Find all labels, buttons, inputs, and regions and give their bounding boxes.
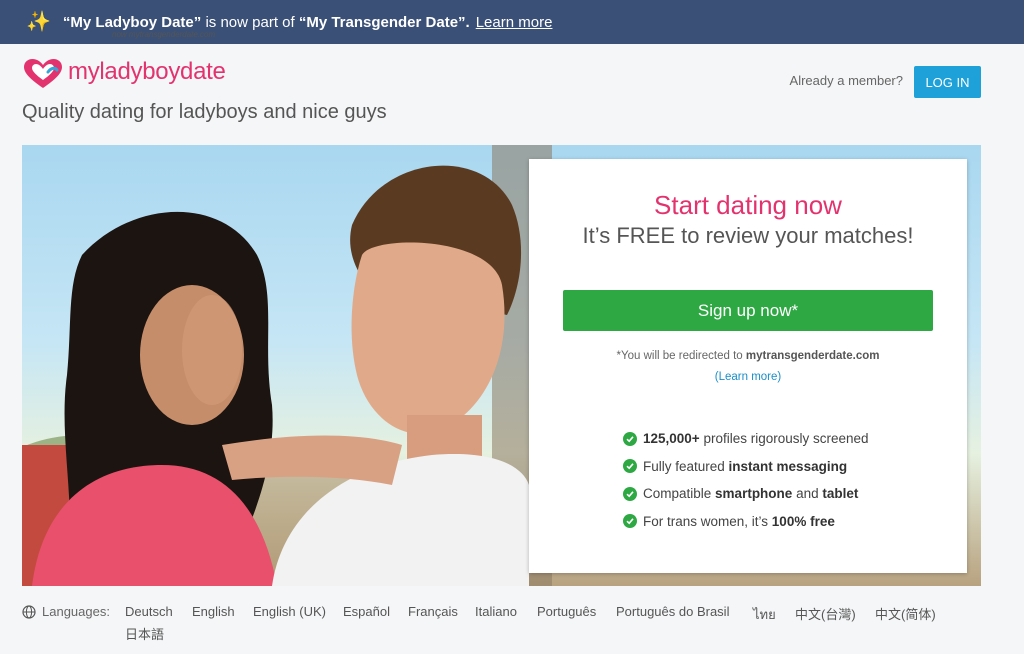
site-logo[interactable]: myladyboydate	[22, 58, 226, 90]
feature-item: Compatible smartphone and tablet	[623, 480, 869, 508]
feature-bold: 100% free	[771, 513, 835, 529]
logo-subtext: now mytransgenderdate.com	[112, 30, 216, 39]
feature-text: profiles rigorously screened	[699, 431, 869, 447]
banner-new-brand: “My Transgender Date”.	[298, 13, 470, 31]
languages-label: Languages:	[42, 604, 110, 619]
languages-bar: Languages: Deutsch English English (UK) …	[22, 604, 936, 642]
language-link-chinese-simplified[interactable]: 中文(简体)	[875, 604, 936, 623]
card-subtitle: It’s FREE to review your matches!	[582, 223, 914, 248]
language-link-portugues-brasil[interactable]: Português do Brasil	[616, 604, 729, 619]
language-link-espanol[interactable]: Español	[343, 604, 390, 619]
card-learn-more-link[interactable]: (Learn more)	[529, 371, 967, 383]
sparkle-icon: ✨	[26, 11, 51, 33]
language-link-thai[interactable]: ไทย	[753, 604, 776, 625]
feature-item: Fully featured instant messaging	[623, 453, 869, 481]
feature-item: For trans women, it’s 100% free	[623, 508, 869, 536]
feature-text: For trans women, it’s	[643, 513, 772, 529]
checkmark-icon	[623, 459, 637, 474]
banner-learn-more-link[interactable]: Learn more	[476, 14, 553, 31]
card-title: Start dating now	[654, 190, 842, 220]
language-link-english-uk[interactable]: English (UK)	[253, 604, 326, 619]
language-link-deutsch[interactable]: Deutsch	[125, 604, 173, 619]
checkmark-icon	[623, 514, 637, 529]
redirect-domain: mytransgenderdate.com	[745, 350, 880, 362]
feature-item: 125,000+ profiles rigorously screened	[623, 425, 869, 453]
language-link-portugues[interactable]: Português	[537, 604, 596, 619]
signup-card: Start dating now It’s FREE to review you…	[529, 159, 967, 573]
feature-bold: tablet	[822, 486, 859, 502]
heart-logo-icon	[24, 59, 62, 88]
language-link-japanese[interactable]: 日本語	[125, 624, 164, 643]
language-link-english[interactable]: English	[192, 604, 235, 619]
login-button[interactable]: LOG IN	[914, 66, 981, 98]
banner-text: is now part of	[201, 13, 299, 31]
feature-text: Fully featured	[643, 458, 729, 474]
feature-bold: instant messaging	[728, 458, 848, 474]
logo-text: myladyboydate	[68, 58, 226, 85]
language-link-italiano[interactable]: Italiano	[475, 604, 517, 619]
feature-list: 125,000+ profiles rigorously screened Fu…	[623, 425, 869, 535]
signup-button[interactable]: Sign up now*	[563, 290, 933, 331]
redirect-note-text: *You will be redirected to	[616, 350, 746, 362]
language-link-chinese-traditional[interactable]: 中文(台灣)	[795, 604, 856, 623]
checkmark-icon	[623, 486, 637, 501]
feature-text: and	[792, 486, 823, 502]
feature-text: Compatible	[643, 486, 716, 502]
tagline: Quality dating for ladyboys and nice guy…	[22, 101, 387, 123]
already-member-text: Already a member?	[789, 73, 903, 88]
redirect-note: *You will be redirected to mytransgender…	[529, 350, 967, 362]
banner-old-brand: “My Ladyboy Date”	[62, 13, 202, 31]
language-link-francais[interactable]: Français	[408, 604, 458, 619]
feature-bold: smartphone	[715, 486, 793, 502]
globe-icon	[22, 604, 36, 619]
checkmark-icon	[623, 431, 637, 446]
feature-bold: 125,000+	[643, 431, 700, 447]
